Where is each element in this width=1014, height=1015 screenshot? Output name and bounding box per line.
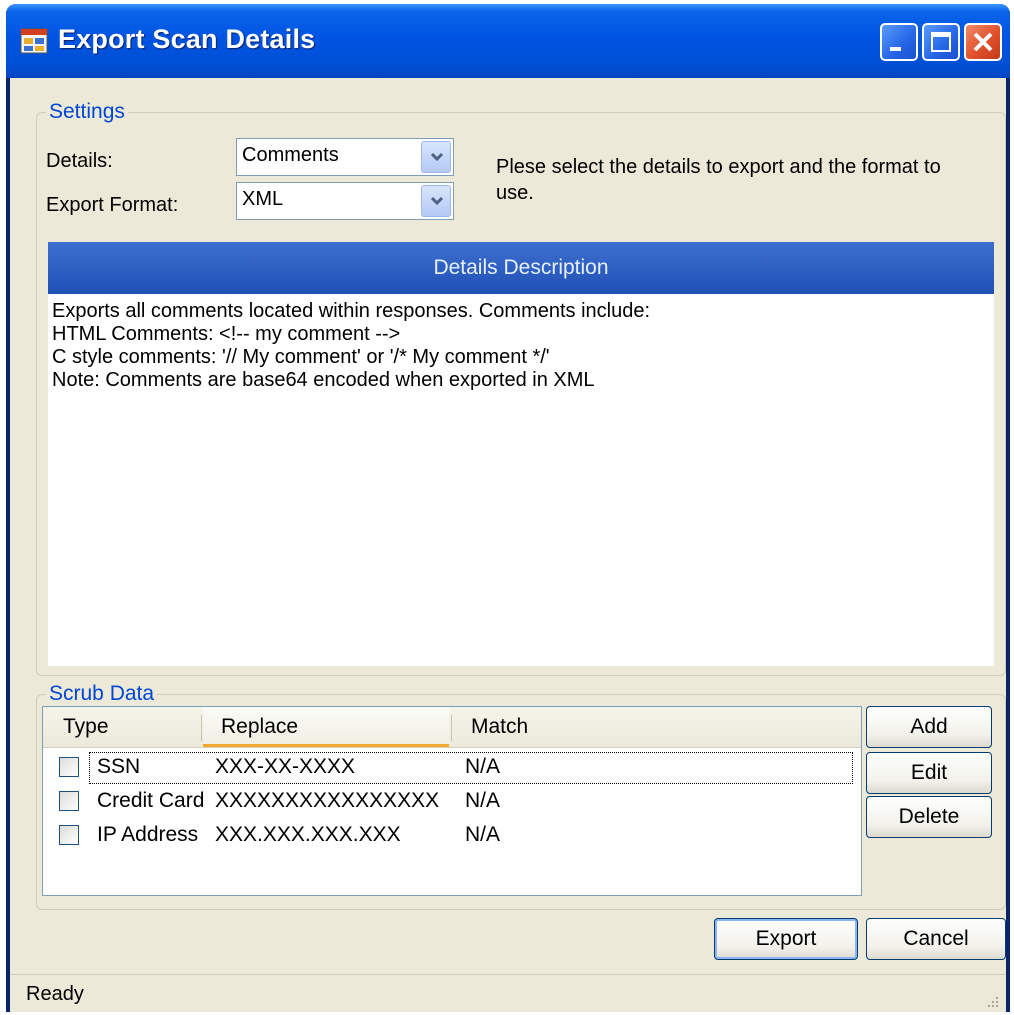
export-format-label: Export Format: bbox=[46, 194, 179, 216]
list-item[interactable]: SSN XXX-XX-XXXX N/A bbox=[43, 751, 861, 785]
title-bar[interactable]: Export Scan Details bbox=[6, 4, 1010, 78]
column-match[interactable]: Match bbox=[471, 707, 528, 747]
export-button[interactable]: Export bbox=[714, 918, 858, 960]
details-description-panel: Details Description Exports all comments… bbox=[48, 242, 994, 666]
list-header: Type Replace Match bbox=[43, 707, 861, 748]
row-checkbox[interactable] bbox=[59, 757, 79, 777]
column-replace[interactable]: Replace bbox=[203, 707, 449, 747]
maximize-button[interactable] bbox=[922, 23, 960, 61]
row-replace: XXX-XX-XXXX bbox=[215, 755, 356, 778]
row-match: N/A bbox=[465, 789, 501, 812]
cancel-button[interactable]: Cancel bbox=[866, 918, 1006, 960]
minimize-icon bbox=[890, 47, 901, 51]
list-item[interactable]: IP Address XXX.XXX.XXX.XXX N/A bbox=[43, 819, 861, 853]
settings-legend: Settings bbox=[46, 100, 128, 124]
details-label: Details: bbox=[46, 150, 113, 172]
column-divider bbox=[451, 715, 452, 741]
row-checkbox[interactable] bbox=[59, 825, 79, 845]
chevron-down-icon bbox=[430, 196, 444, 206]
row-match: N/A bbox=[465, 755, 501, 778]
export-format-dropdown-button[interactable] bbox=[421, 185, 451, 217]
close-icon bbox=[973, 32, 993, 52]
export-format-dropdown[interactable]: XML bbox=[236, 182, 454, 220]
dialog-window: Export Scan Details Settings Details: Co… bbox=[6, 4, 1010, 1012]
close-button[interactable] bbox=[964, 23, 1002, 61]
status-text: Ready bbox=[26, 983, 84, 1005]
maximize-icon bbox=[931, 32, 951, 52]
delete-button[interactable]: Delete bbox=[866, 796, 992, 838]
details-value: Comments bbox=[242, 144, 339, 166]
details-dropdown[interactable]: Comments bbox=[236, 138, 454, 176]
list-item[interactable]: Credit Card XXXXXXXXXXXXXXXX N/A bbox=[43, 785, 861, 819]
resize-grip-icon[interactable] bbox=[984, 993, 1000, 1009]
column-type[interactable]: Type bbox=[63, 707, 109, 747]
app-icon bbox=[20, 28, 48, 54]
scrub-data-legend: Scrub Data bbox=[46, 682, 158, 706]
column-divider bbox=[201, 715, 202, 741]
add-button[interactable]: Add bbox=[866, 706, 992, 748]
edit-button[interactable]: Edit bbox=[866, 752, 992, 794]
row-type: IP Address bbox=[97, 823, 199, 846]
scrub-data-list[interactable]: Type Replace Match SSN XXX-XX-XXXX N/A C… bbox=[42, 706, 862, 896]
row-replace: XXXXXXXXXXXXXXXX bbox=[215, 789, 440, 812]
instructions-text: Plese select the details to export and t… bbox=[496, 156, 941, 204]
dialog-client-area: Settings Details: Comments Export Format… bbox=[10, 78, 1006, 1012]
window-title: Export Scan Details bbox=[58, 24, 316, 54]
row-type: SSN bbox=[97, 755, 141, 778]
row-type: Credit Card bbox=[97, 789, 205, 812]
row-match: N/A bbox=[465, 823, 501, 846]
details-description-header: Details Description bbox=[48, 242, 994, 294]
export-format-value: XML bbox=[242, 188, 284, 210]
details-dropdown-button[interactable] bbox=[421, 141, 451, 173]
minimize-button[interactable] bbox=[880, 23, 918, 61]
details-description-text: Exports all comments located within resp… bbox=[52, 300, 651, 391]
row-checkbox[interactable] bbox=[59, 791, 79, 811]
chevron-down-icon bbox=[430, 152, 444, 162]
row-replace: XXX.XXX.XXX.XXX bbox=[215, 823, 401, 846]
status-bar: Ready bbox=[10, 974, 1006, 1012]
